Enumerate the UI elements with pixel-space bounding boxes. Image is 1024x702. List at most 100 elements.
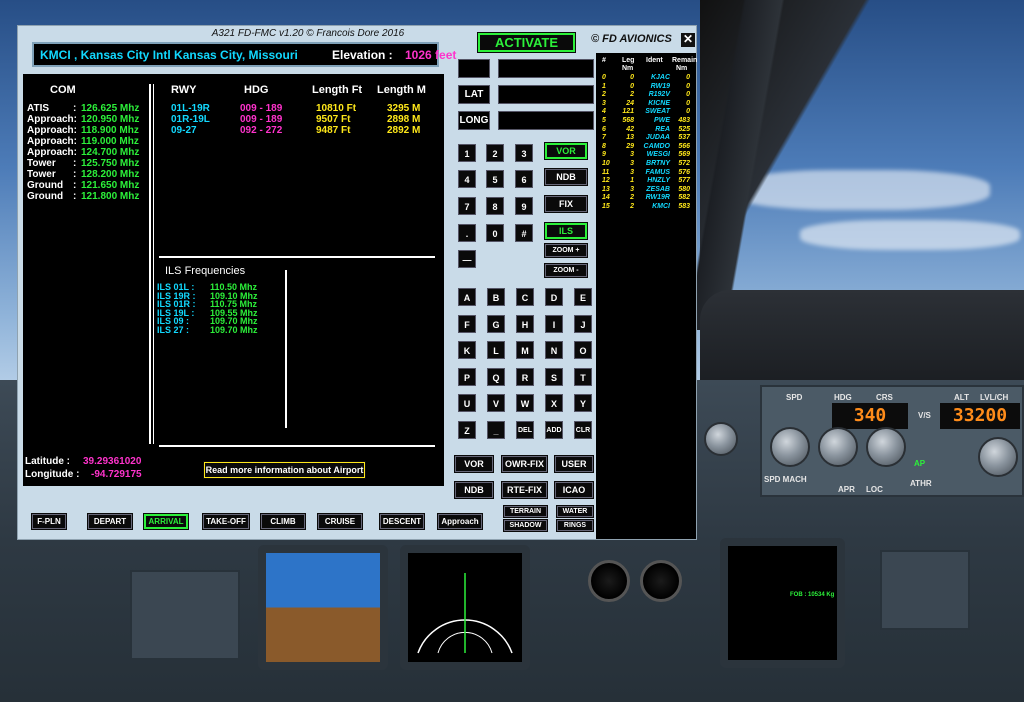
fix-mode-button[interactable]: FIX: [545, 196, 587, 212]
key-w[interactable]: W: [516, 394, 534, 412]
crs-knob[interactable]: [866, 427, 906, 467]
key-0[interactable]: 0: [486, 224, 504, 242]
com-frequency: 121.650 Mhz: [81, 180, 140, 191]
leg-ident: WESGI: [646, 151, 670, 159]
user-button[interactable]: USER: [555, 456, 593, 472]
key-dot[interactable]: .: [458, 224, 476, 242]
tab-approach[interactable]: Approach: [438, 514, 482, 529]
lat-input[interactable]: [498, 85, 594, 104]
key-g[interactable]: G: [487, 314, 505, 333]
leg-distance: 3: [630, 160, 634, 167]
rings-button[interactable]: RINGS: [557, 520, 593, 531]
tab-f-pln[interactable]: F-PLN: [32, 514, 66, 529]
leg-remaining: 569: [678, 151, 690, 159]
key-u[interactable]: U: [458, 394, 476, 412]
leg-remaining: 582: [678, 194, 690, 202]
leg-distance: 42: [626, 125, 634, 133]
key-l[interactable]: L: [487, 341, 505, 359]
key-v[interactable]: V: [487, 394, 505, 412]
spd-knob[interactable]: [770, 427, 810, 467]
legs-row[interactable]: 15 2 KMCI 583: [596, 203, 696, 213]
runway-length-ft: 9507 Ft: [316, 114, 351, 125]
tab-depart[interactable]: DEPART: [88, 514, 132, 529]
alt-knob[interactable]: [978, 437, 1018, 477]
key-8[interactable]: 8: [486, 197, 504, 215]
zoom-in-button[interactable]: ZOOM +: [545, 244, 587, 257]
key-m[interactable]: M: [516, 341, 534, 359]
tab-take-off[interactable]: TAKE-OFF: [203, 514, 249, 529]
key-c[interactable]: C: [516, 288, 534, 306]
vor-mode-button[interactable]: VOR: [545, 143, 587, 159]
key-underscore[interactable]: _: [487, 420, 505, 439]
tab-descent[interactable]: DESCENT: [380, 514, 424, 529]
key-r[interactable]: R: [516, 367, 534, 386]
key-1[interactable]: 1: [458, 144, 476, 162]
owr-fix-button[interactable]: OWR-FIX: [502, 456, 547, 472]
key-x[interactable]: X: [545, 394, 563, 412]
ident-field[interactable]: [458, 59, 490, 78]
airport-info-link[interactable]: Read more information about Airport: [204, 462, 365, 478]
key-y[interactable]: Y: [574, 394, 592, 412]
key-s[interactable]: S: [545, 367, 563, 386]
key-5[interactable]: 5: [486, 170, 504, 188]
zoom-out-button[interactable]: ZOOM -: [545, 264, 587, 277]
key-k[interactable]: K: [458, 341, 476, 359]
key-q[interactable]: Q: [487, 367, 505, 386]
baro-knob[interactable]: [704, 422, 738, 456]
leg-ident: RW19R: [645, 194, 670, 202]
activate-button[interactable]: ACTIVATE: [478, 33, 575, 52]
leg-ident: ZESAB: [646, 185, 670, 193]
water-button[interactable]: WATER: [557, 506, 593, 517]
key-j[interactable]: J: [574, 314, 592, 333]
hdg-knob[interactable]: [818, 427, 858, 467]
key-dash[interactable]: —: [458, 250, 476, 268]
com-label: ATIS: [27, 103, 50, 114]
ndb-mode-button[interactable]: NDB: [545, 169, 587, 185]
terrain-button[interactable]: TERRAIN: [504, 506, 547, 517]
latitude-label: Latitude :: [25, 456, 70, 467]
com-label: Tower: [27, 158, 56, 169]
key-clr[interactable]: CLR: [574, 420, 592, 439]
key-n[interactable]: N: [545, 341, 563, 359]
key-p[interactable]: P: [458, 367, 476, 386]
long-input[interactable]: [498, 111, 594, 130]
tab-cruise[interactable]: CRUISE: [318, 514, 362, 529]
key-3[interactable]: 3: [515, 144, 533, 162]
ident-value-field[interactable]: [498, 59, 594, 78]
key-b[interactable]: B: [487, 288, 505, 306]
tab-climb[interactable]: CLIMB: [261, 514, 305, 529]
key-e[interactable]: E: [574, 288, 592, 306]
key-d[interactable]: D: [545, 288, 563, 306]
key-7[interactable]: 7: [458, 197, 476, 215]
key-hash[interactable]: #: [515, 224, 533, 242]
vor-lookup-button[interactable]: VOR: [455, 456, 493, 472]
leg-remaining: 576: [678, 168, 690, 176]
leg-remaining: 0: [686, 74, 690, 81]
ils-mode-button[interactable]: ILS: [545, 223, 587, 239]
runway-length-ft: 10810 Ft: [316, 103, 357, 114]
key-f[interactable]: F: [458, 314, 476, 333]
key-add[interactable]: ADD: [545, 420, 563, 439]
rte-fix-button[interactable]: RTE-FIX: [502, 482, 547, 498]
key-t[interactable]: T: [574, 367, 592, 386]
leg-distance: 2: [630, 203, 634, 210]
ndb-lookup-button[interactable]: NDB: [455, 482, 493, 498]
key-del[interactable]: DEL: [516, 420, 534, 439]
shadow-button[interactable]: SHADOW: [504, 520, 547, 531]
key-2[interactable]: 2: [486, 144, 504, 162]
key-z[interactable]: Z: [458, 420, 476, 439]
key-6[interactable]: 6: [515, 170, 533, 188]
key-a[interactable]: A: [458, 288, 476, 306]
icao-button[interactable]: ICAO: [555, 482, 593, 498]
leg-distance: 24: [626, 99, 634, 107]
key-4[interactable]: 4: [458, 170, 476, 188]
leg-distance: 568: [622, 117, 634, 124]
primary-flight-display: [258, 545, 388, 670]
leg-ident: JUDAA: [645, 134, 670, 142]
key-o[interactable]: O: [574, 341, 592, 359]
tab-arrival[interactable]: ARRIVAL: [144, 514, 188, 529]
key-9[interactable]: 9: [515, 197, 533, 215]
key-h[interactable]: H: [516, 314, 534, 333]
key-i[interactable]: I: [545, 314, 563, 333]
close-button[interactable]: ✕: [681, 33, 695, 47]
